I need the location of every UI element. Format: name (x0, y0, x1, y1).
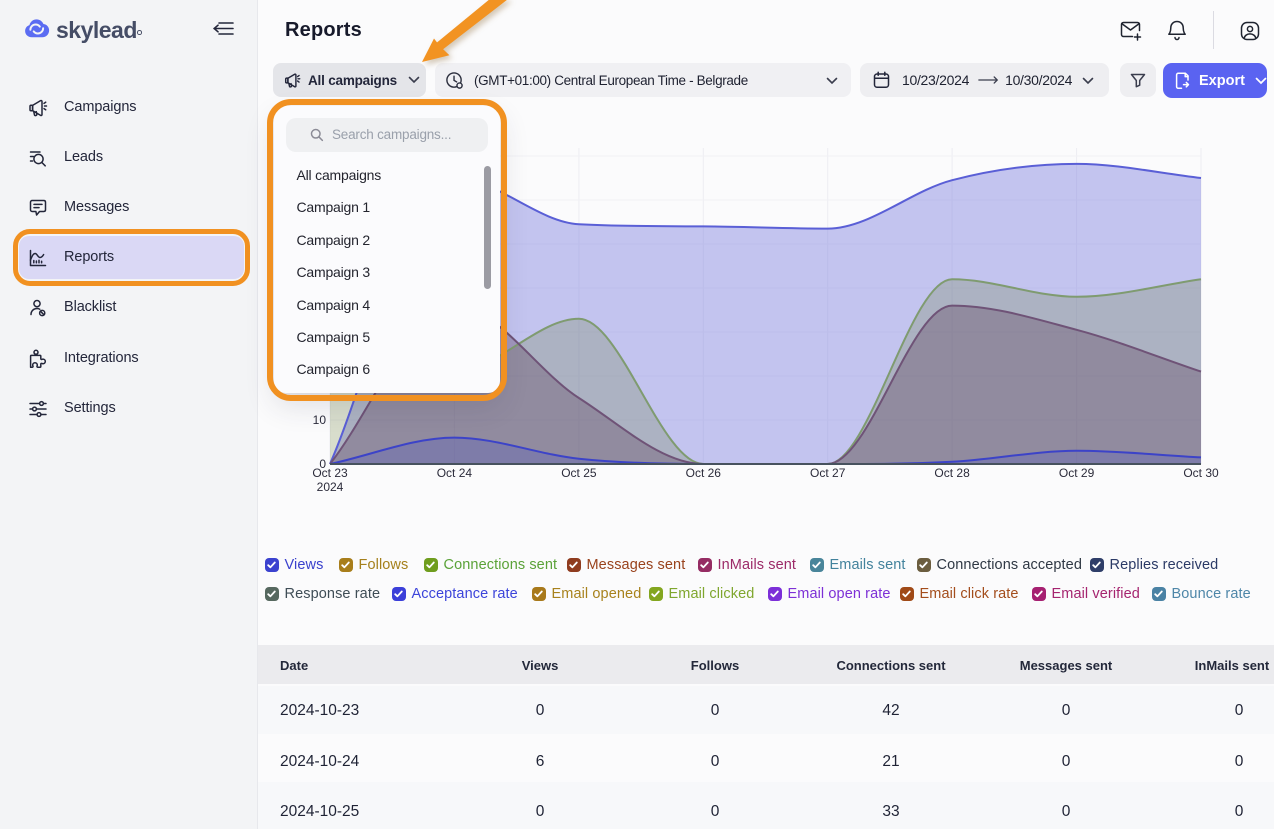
svg-text:2024: 2024 (317, 480, 344, 494)
svg-text:Oct 29: Oct 29 (1059, 466, 1095, 480)
svg-text:Oct 24: Oct 24 (437, 466, 473, 480)
svg-text:10: 10 (313, 413, 327, 427)
svg-text:Oct 25: Oct 25 (561, 466, 597, 480)
svg-text:Oct 30: Oct 30 (1183, 466, 1219, 480)
svg-text:Oct 28: Oct 28 (934, 466, 970, 480)
svg-text:Oct 23: Oct 23 (312, 466, 348, 480)
svg-text:Oct 26: Oct 26 (686, 466, 722, 480)
svg-text:Oct 27: Oct 27 (810, 466, 846, 480)
